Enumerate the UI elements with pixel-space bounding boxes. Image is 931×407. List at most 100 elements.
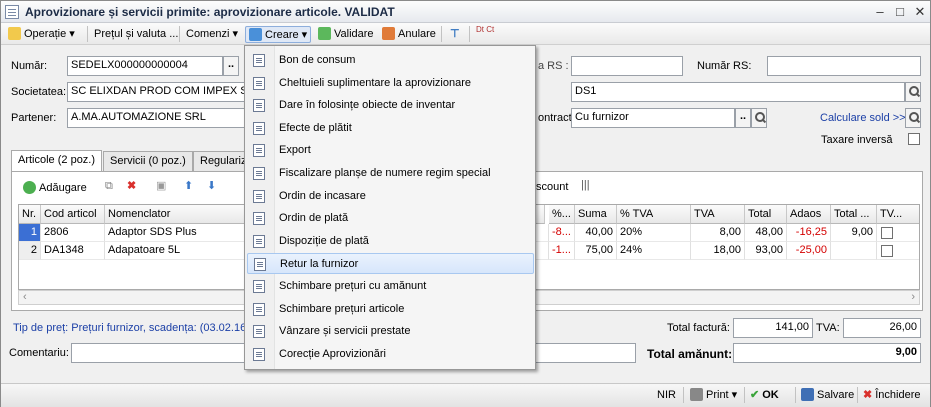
search-icon[interactable] bbox=[905, 82, 921, 102]
document-icon bbox=[253, 189, 265, 203]
cell-tva: 8,00 bbox=[691, 224, 745, 242]
cell-total2: 9,00 bbox=[831, 224, 877, 242]
minimize-button[interactable]: – bbox=[871, 4, 889, 20]
status-bar: NIR Print ▾ ✔ OK Salvare ✖ Închidere bbox=[1, 383, 930, 407]
adaugare-button[interactable]: Adăugare bbox=[23, 181, 87, 194]
menu-item[interactable]: Fiscalizare planșe de numere regim speci… bbox=[247, 163, 534, 184]
menu-item[interactable]: Schimbare prețuri articole bbox=[247, 299, 534, 320]
salvare-button[interactable]: Salvare bbox=[798, 387, 857, 404]
document-icon bbox=[253, 302, 265, 316]
copy-icon[interactable]: ⧉ bbox=[105, 180, 113, 193]
operatie-label: Operație bbox=[24, 28, 67, 40]
creare-label: Creare bbox=[265, 29, 299, 41]
col-header-tv[interactable]: TV... bbox=[877, 205, 919, 224]
tab-servicii[interactable]: Servicii (0 poz.) bbox=[103, 151, 193, 171]
barcode-icon[interactable]: ||| bbox=[581, 179, 590, 191]
discount-button[interactable]: scount bbox=[536, 181, 568, 193]
search-icon[interactable] bbox=[751, 108, 767, 128]
separator bbox=[441, 26, 442, 42]
filter-icon[interactable]: ⊤ bbox=[447, 26, 463, 43]
taxare-inversa-label: Taxare inversă bbox=[821, 134, 893, 146]
menu-item[interactable]: Dispoziție de plată bbox=[247, 231, 534, 252]
dtct-label: Dt Ct bbox=[476, 25, 495, 34]
operatie-button[interactable]: Operație ▾ bbox=[5, 26, 78, 43]
numar-field[interactable]: SEDELX000000000004 bbox=[67, 56, 223, 76]
taxare-inversa-checkbox[interactable] bbox=[908, 133, 920, 145]
adaugare-label: Adăugare bbox=[39, 182, 87, 194]
col-header-nr[interactable]: Nr. bbox=[19, 205, 41, 224]
menu-item-label: Schimbare prețuri cu amănunt bbox=[279, 280, 427, 292]
col-header-total2[interactable]: Total ... bbox=[831, 205, 877, 224]
document-icon bbox=[253, 212, 265, 226]
cell-total: 48,00 bbox=[745, 224, 787, 242]
nir-button[interactable]: NIR bbox=[654, 387, 679, 404]
contract-browse-button[interactable]: .. bbox=[735, 108, 751, 128]
comenzi-button[interactable]: Comenzi ▾ bbox=[183, 26, 241, 43]
depozit-field[interactable]: DS1 bbox=[571, 82, 905, 102]
tva-label: TVA: bbox=[816, 322, 840, 334]
col-header-adaos[interactable]: Adaos bbox=[787, 205, 831, 224]
search-icon[interactable] bbox=[905, 108, 921, 128]
menu-item[interactable]: Cheltuieli suplimentare la aprovizionare bbox=[247, 73, 534, 94]
separator bbox=[87, 26, 88, 42]
dtct-button[interactable]: Dt Ct bbox=[473, 26, 497, 43]
col-header-pct[interactable]: %... bbox=[549, 205, 575, 224]
menu-item[interactable]: Corecție Aprovizionări bbox=[247, 344, 534, 365]
save-row-icon[interactable]: ▣ bbox=[156, 179, 166, 192]
col-header-tva[interactable]: TVA bbox=[691, 205, 745, 224]
cell-cod: 2806 bbox=[41, 224, 105, 242]
delete-icon[interactable]: ✖ bbox=[127, 179, 136, 192]
col-header-suma[interactable]: Suma bbox=[575, 205, 617, 224]
print-label: Print bbox=[706, 389, 729, 401]
validare-button[interactable]: Validare bbox=[315, 26, 377, 43]
document-icon bbox=[253, 99, 265, 113]
menu-item[interactable]: Bon de consum bbox=[247, 50, 534, 71]
tab-articole[interactable]: Articole (2 poz.) bbox=[11, 150, 103, 172]
scroll-left-icon[interactable]: ‹ bbox=[23, 291, 27, 303]
col-header-cod[interactable]: Cod articol bbox=[41, 205, 105, 224]
print-button[interactable]: Print ▾ bbox=[687, 387, 740, 404]
societatea-field[interactable]: SC ELIXDAN PROD COM IMPEX SR bbox=[67, 82, 247, 102]
menu-item[interactable]: Efecte de plătit bbox=[247, 118, 534, 139]
separator bbox=[683, 387, 684, 403]
col-header-pct-tva[interactable]: % TVA bbox=[617, 205, 691, 224]
col-header-total[interactable]: Total bbox=[745, 205, 787, 224]
menu-item[interactable]: Schimbare prețuri cu amănunt bbox=[247, 276, 534, 297]
calculare-sold-link[interactable]: Calculare sold >> bbox=[820, 112, 906, 124]
menu-item[interactable]: Retur la furnizor bbox=[247, 253, 534, 275]
numar-rs-field[interactable] bbox=[767, 56, 921, 76]
inchidere-button[interactable]: ✖ Închidere bbox=[860, 387, 923, 404]
menu-item[interactable]: Ordin de incasare bbox=[247, 186, 534, 207]
numar-browse-button[interactable]: .. bbox=[223, 56, 239, 76]
tip-pret-link[interactable]: Tip de preț: Prețuri furnizor, scadența:… bbox=[13, 322, 250, 334]
menu-item-label: Export bbox=[279, 144, 311, 157]
move-up-icon[interactable]: ⬆ bbox=[184, 179, 193, 192]
row-checkbox[interactable] bbox=[881, 227, 893, 239]
partener-field[interactable]: A.MA.AUTOMAZIONE SRL bbox=[67, 108, 247, 128]
tip-pret-text: Tip de preț: Prețuri furnizor, scadența: bbox=[13, 322, 197, 334]
pretul-valuta-button[interactable]: Prețul și valuta ... bbox=[91, 26, 181, 43]
scroll-right-icon[interactable]: › bbox=[911, 291, 915, 303]
close-button[interactable]: ✕ bbox=[911, 4, 929, 20]
menu-item[interactable]: Ordin de plată bbox=[247, 208, 534, 229]
ok-button[interactable]: ✔ OK bbox=[747, 387, 782, 404]
creare-dropdown-menu: Bon de consum Cheltuieli suplimentare la … bbox=[244, 45, 536, 370]
menu-item[interactable]: Export bbox=[247, 140, 534, 161]
menu-item-label: Schimbare prețuri articole bbox=[279, 302, 405, 315]
menu-item[interactable]: Dare în folosințe obiecte de inventar bbox=[247, 95, 534, 116]
cell-tv bbox=[877, 224, 919, 242]
document-icon bbox=[253, 121, 265, 135]
save-icon bbox=[801, 388, 814, 401]
data-rs-field[interactable] bbox=[571, 56, 683, 76]
contract-field[interactable]: Cu furnizor bbox=[571, 108, 735, 128]
menu-item-label: Bon de consum bbox=[279, 54, 356, 66]
menu-item-label: Fiscalizare planșe de numere regim speci… bbox=[279, 167, 491, 179]
anulare-button[interactable]: Anulare bbox=[379, 26, 439, 43]
row-checkbox[interactable] bbox=[881, 245, 893, 257]
maximize-button[interactable]: □ bbox=[891, 4, 909, 20]
move-down-icon[interactable]: ⬇ bbox=[207, 179, 216, 192]
cell-total: 93,00 bbox=[745, 242, 787, 260]
creare-button[interactable]: Creare ▾ bbox=[245, 26, 312, 43]
menu-item[interactable]: Vânzare și servicii prestate bbox=[247, 321, 534, 342]
document-icon bbox=[254, 258, 266, 272]
